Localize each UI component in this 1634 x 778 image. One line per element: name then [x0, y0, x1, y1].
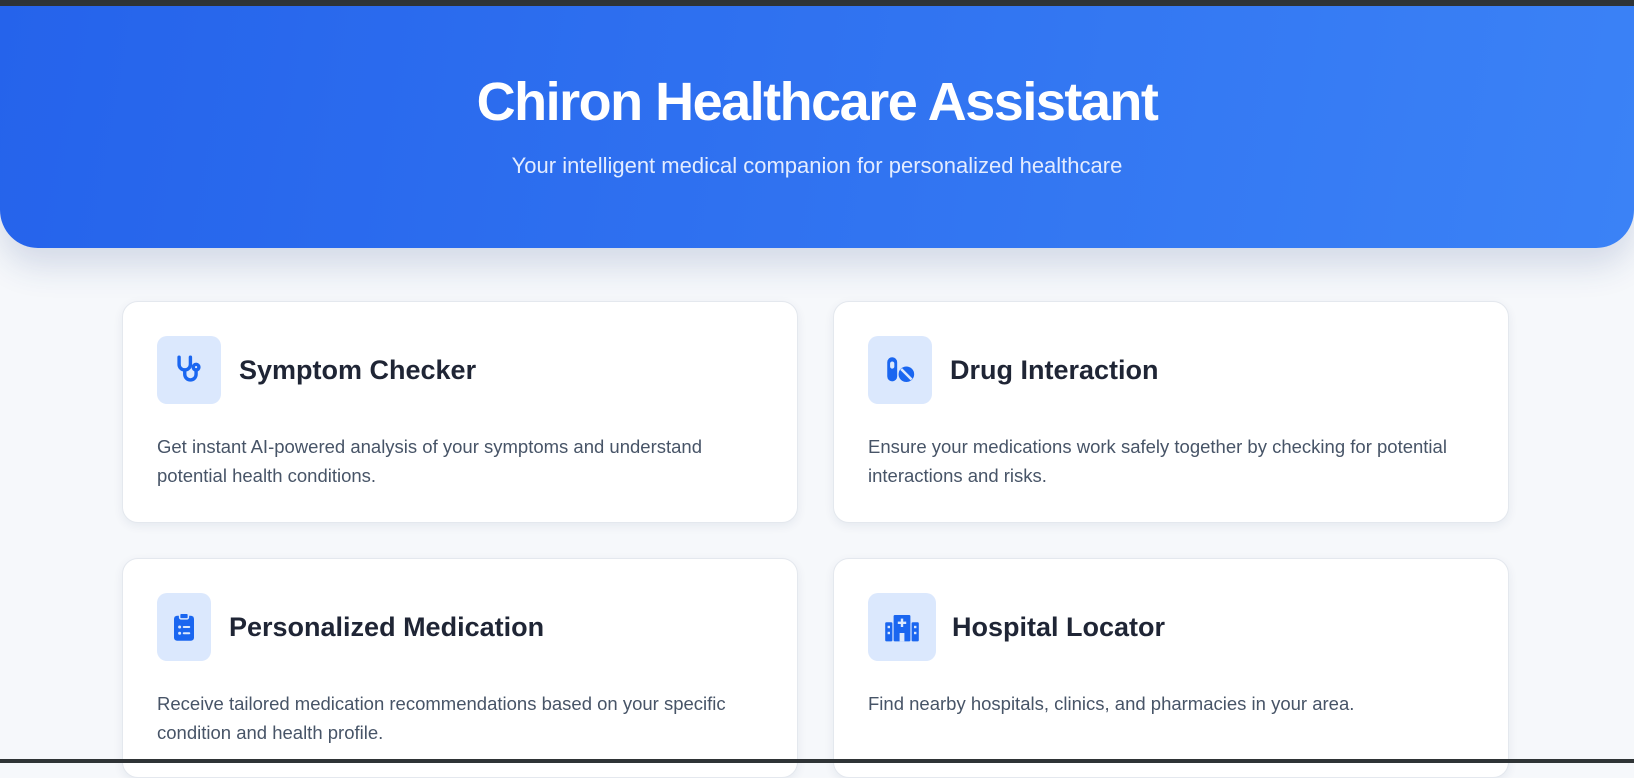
window-bottom-border	[0, 759, 1634, 763]
card-title: Drug Interaction	[950, 355, 1159, 385]
clipboard-list-icon	[157, 593, 211, 661]
hero-banner: Chiron Healthcare Assistant Your intelli…	[0, 6, 1634, 248]
card-description: Receive tailored medication recommendati…	[157, 693, 726, 743]
card-title: Hospital Locator	[952, 612, 1166, 642]
stethoscope-icon	[157, 336, 221, 404]
feature-card-drug-interaction[interactable]: Drug Interaction Ensure your medications…	[833, 301, 1509, 523]
card-description: Ensure your medications work safely toge…	[868, 436, 1447, 486]
page-title: Chiron Healthcare Assistant	[476, 72, 1159, 132]
page-subtitle: Your intelligent medical companion for p…	[511, 153, 1123, 178]
feature-card-personalized-medication[interactable]: Personalized Medication Receive tailored…	[122, 558, 798, 778]
pills-icon	[868, 336, 932, 404]
card-title: Personalized Medication	[229, 612, 545, 642]
feature-card-hospital-locator[interactable]: Hospital Locator Find nearby hospitals, …	[833, 558, 1509, 778]
card-title: Symptom Checker	[239, 355, 477, 385]
hospital-icon	[868, 593, 936, 661]
feature-card-symptom-checker[interactable]: Symptom Checker Get instant AI-powered a…	[122, 301, 798, 523]
card-description: Get instant AI-powered analysis of your …	[157, 436, 703, 486]
card-description: Find nearby hospitals, clinics, and phar…	[868, 693, 1355, 714]
